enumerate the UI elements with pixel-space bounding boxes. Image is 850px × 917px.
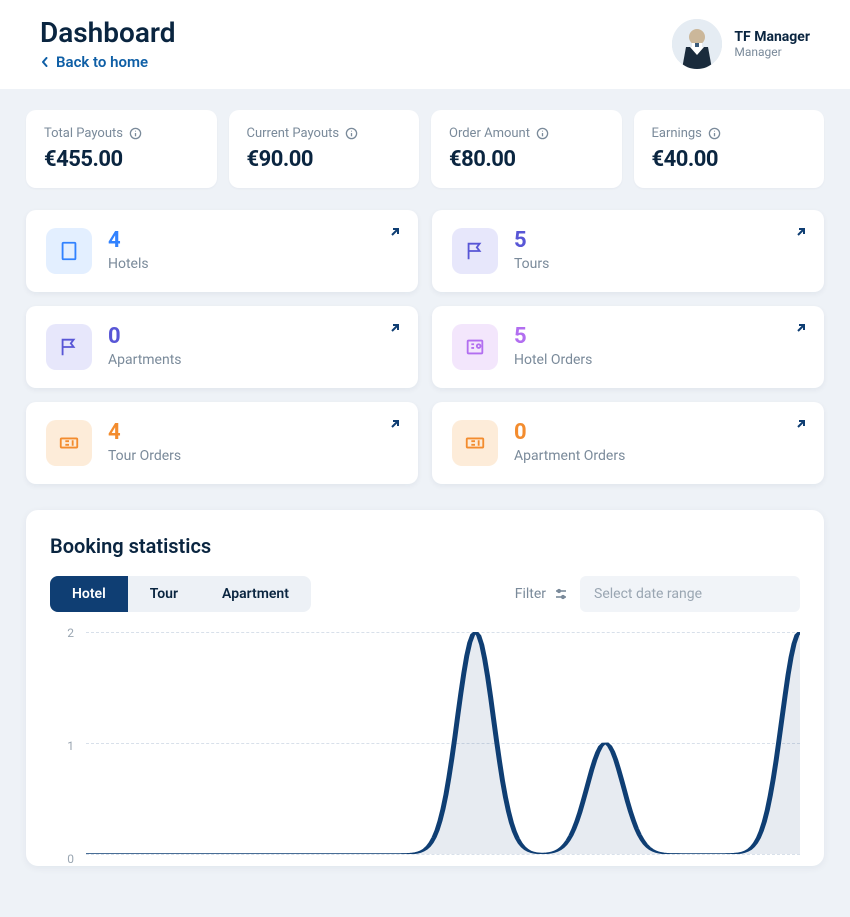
open-arrow-icon[interactable]: [388, 224, 402, 243]
top-bar: Dashboard Back to home TF Manager Manage…: [0, 0, 850, 90]
stat-card-current-payouts: Current Payouts €90.00: [229, 110, 420, 188]
tab-hotel[interactable]: Hotel: [50, 576, 128, 612]
stat-value: €455.00: [44, 147, 199, 172]
sliders-icon: [554, 587, 568, 601]
stat-label: Order Amount: [449, 126, 604, 141]
counter-card-tours[interactable]: 5 Tours: [432, 210, 824, 292]
open-arrow-icon[interactable]: [794, 224, 808, 243]
counters-grid: 4 Hotels 5 Tours 0 Apartments: [26, 210, 824, 484]
filter-label-text: Filter: [515, 586, 546, 602]
stat-row: Total Payouts €455.00 Current Payouts €9…: [26, 110, 824, 188]
counter-text: 0 Apartments: [108, 326, 182, 368]
info-icon[interactable]: [129, 127, 142, 140]
counter-value: 0: [108, 326, 182, 348]
chevron-left-icon: [40, 57, 50, 67]
counter-card-hotels[interactable]: 4 Hotels: [26, 210, 418, 292]
counter-text: 4 Hotels: [108, 230, 149, 272]
flag-icon: [46, 324, 92, 370]
y-tick: 0: [50, 852, 74, 866]
title-block: Dashboard Back to home: [40, 16, 176, 71]
ticket-icon: [46, 420, 92, 466]
counter-card-tour-orders[interactable]: 4 Tour Orders: [26, 402, 418, 484]
tab-tour[interactable]: Tour: [128, 576, 200, 612]
counter-label: Apartment Orders: [514, 448, 625, 464]
counter-label: Hotels: [108, 256, 149, 272]
open-arrow-icon[interactable]: [388, 320, 402, 339]
user-meta: TF Manager Manager: [734, 29, 810, 59]
counter-text: 4 Tour Orders: [108, 422, 181, 464]
stat-label-text: Current Payouts: [247, 126, 340, 141]
back-link-label: Back to home: [56, 53, 148, 71]
ticket-icon: [452, 420, 498, 466]
stat-label-text: Order Amount: [449, 126, 530, 141]
counter-value: 5: [514, 326, 592, 348]
open-arrow-icon[interactable]: [794, 416, 808, 435]
counter-value: 0: [514, 422, 625, 444]
chart-controls: Hotel Tour Apartment Filter: [50, 576, 800, 612]
stat-label: Earnings: [652, 126, 807, 141]
receipt-icon: [452, 324, 498, 370]
page-title: Dashboard: [40, 16, 176, 49]
y-tick: 1: [50, 739, 74, 753]
stat-label: Current Payouts: [247, 126, 402, 141]
y-tick: 2: [50, 626, 74, 640]
chart-title: Booking statistics: [50, 534, 800, 558]
flag-icon: [452, 228, 498, 274]
stat-label-text: Earnings: [652, 126, 702, 141]
stat-value: €80.00: [449, 147, 604, 172]
date-range-input[interactable]: [580, 576, 800, 612]
user-block[interactable]: TF Manager Manager: [672, 19, 810, 69]
tab-apartment[interactable]: Apartment: [200, 576, 311, 612]
counter-label: Tours: [514, 256, 549, 272]
filter-button[interactable]: Filter: [515, 586, 568, 602]
counter-card-apartment-orders[interactable]: 0 Apartment Orders: [432, 402, 824, 484]
counter-value: 4: [108, 422, 181, 444]
info-icon[interactable]: [536, 127, 549, 140]
chart-controls-right: Filter: [515, 576, 800, 612]
user-name: TF Manager: [734, 29, 810, 45]
counter-value: 4: [108, 230, 149, 252]
chart-svg: [86, 632, 800, 854]
counter-card-hotel-orders[interactable]: 5 Hotel Orders: [432, 306, 824, 388]
stat-value: €40.00: [652, 147, 807, 172]
open-arrow-icon[interactable]: [794, 320, 808, 339]
counter-value: 5: [514, 230, 549, 252]
y-axis: 2 1 0: [50, 626, 80, 866]
counter-text: 0 Apartment Orders: [514, 422, 625, 464]
counter-text: 5 Tours: [514, 230, 549, 272]
stat-value: €90.00: [247, 147, 402, 172]
stat-card-order-amount: Order Amount €80.00: [431, 110, 622, 188]
plot: [86, 632, 800, 854]
counter-label: Tour Orders: [108, 448, 181, 464]
counter-label: Hotel Orders: [514, 352, 592, 368]
info-icon[interactable]: [345, 127, 358, 140]
content: Total Payouts €455.00 Current Payouts €9…: [0, 90, 850, 886]
info-icon[interactable]: [708, 127, 721, 140]
stat-card-earnings: Earnings €40.00: [634, 110, 825, 188]
open-arrow-icon[interactable]: [388, 416, 402, 435]
counter-text: 5 Hotel Orders: [514, 326, 592, 368]
chart-tabs: Hotel Tour Apartment: [50, 576, 311, 612]
stat-label: Total Payouts: [44, 126, 199, 141]
back-to-home-link[interactable]: Back to home: [40, 53, 176, 71]
counter-card-apartments[interactable]: 0 Apartments: [26, 306, 418, 388]
avatar: [672, 19, 722, 69]
stat-label-text: Total Payouts: [44, 126, 123, 141]
building-icon: [46, 228, 92, 274]
user-role: Manager: [734, 45, 810, 59]
counter-label: Apartments: [108, 352, 182, 368]
chart-area: 2 1 0: [50, 626, 800, 866]
stat-card-total-payouts: Total Payouts €455.00: [26, 110, 217, 188]
avatar-image: [672, 19, 722, 69]
chart-card: Booking statistics Hotel Tour Apartment …: [26, 510, 824, 866]
